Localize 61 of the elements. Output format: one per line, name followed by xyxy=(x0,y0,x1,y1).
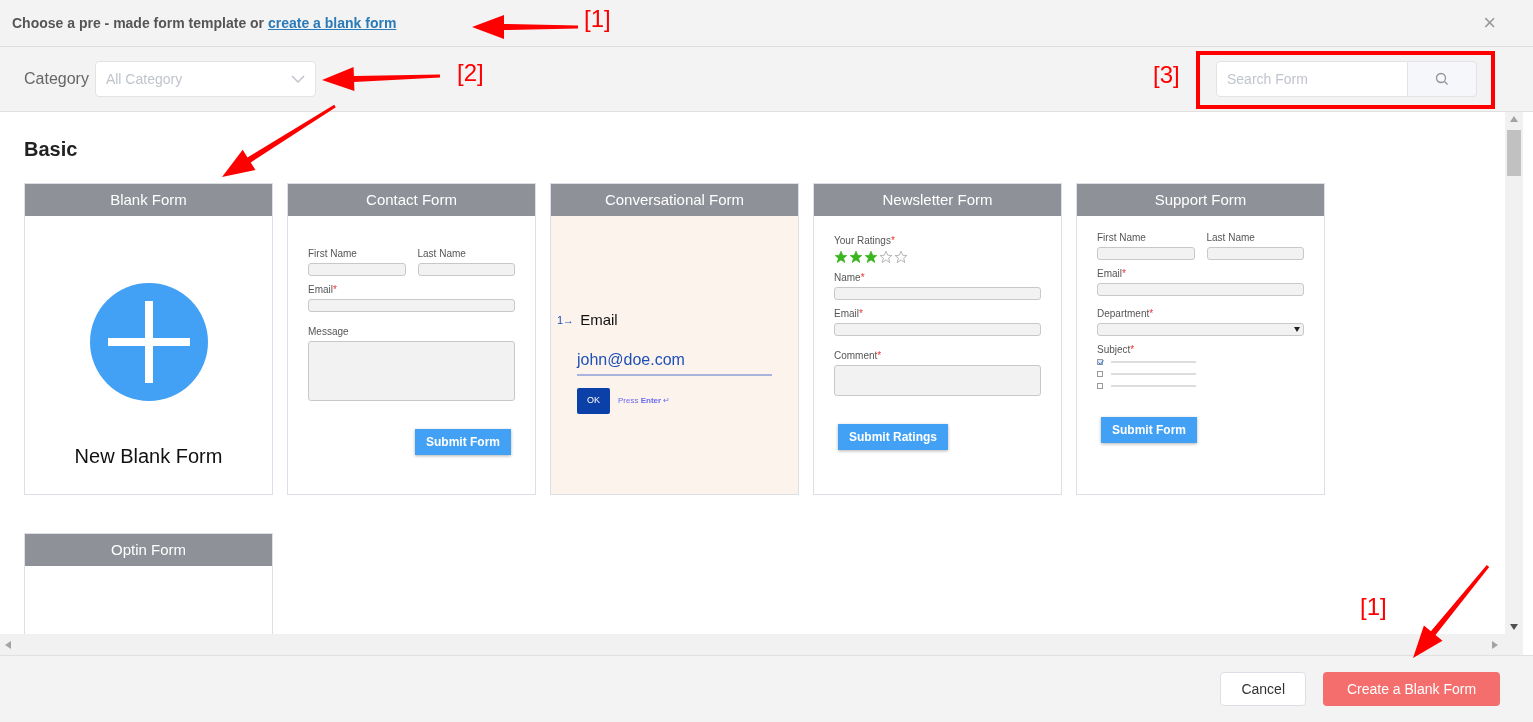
field-label: First Name xyxy=(1097,232,1147,244)
field-label: Comment* xyxy=(834,350,883,362)
submit-button: Submit Ratings xyxy=(838,424,948,450)
field-label: Email* xyxy=(308,284,338,296)
card-title: Conversational Form xyxy=(551,184,798,216)
star-icon xyxy=(864,250,878,264)
field-label: Last Name xyxy=(1206,232,1256,244)
scroll-left-icon[interactable] xyxy=(5,640,11,649)
blank-form-label: New Blank Form xyxy=(74,444,223,469)
field-label: Last Name xyxy=(417,248,467,260)
template-card[interactable]: Contact Form First Name Last Name Email* Message Submit Form xyxy=(287,183,536,495)
card-title: Contact Form xyxy=(288,184,535,216)
category-label: Category xyxy=(24,69,89,89)
cancel-button[interactable]: Cancel xyxy=(1220,672,1306,706)
template-card[interactable]: Support Form First Name Last Name Email* Department* Subject* Submit Form xyxy=(1076,183,1325,495)
scrollbar-thumb[interactable] xyxy=(1507,130,1521,176)
section-heading: Basic xyxy=(24,137,79,162)
card-title: Support Form xyxy=(1077,184,1324,216)
card-title: Optin Form xyxy=(25,534,272,566)
ok-button: OK xyxy=(577,387,610,414)
chevron-down-icon xyxy=(290,75,305,83)
scroll-down-icon[interactable] xyxy=(1510,624,1518,630)
template-card[interactable]: Newsletter Form Your Ratings* Name* Email* Comment* Submit Ratings xyxy=(813,183,1062,495)
annotation-label: [1] xyxy=(1360,595,1387,619)
field-label: Department* xyxy=(1097,308,1155,320)
field-label: Your Ratings* xyxy=(834,235,896,247)
card-title: Newsletter Form xyxy=(814,184,1061,216)
question-label: Email xyxy=(580,310,618,330)
submit-button: Submit Form xyxy=(415,429,511,455)
search-button[interactable] xyxy=(1408,61,1477,97)
category-placeholder: All Category xyxy=(105,69,183,89)
field-label: Email* xyxy=(1097,268,1127,280)
star-icon xyxy=(894,250,908,264)
annotation-label: [1] xyxy=(584,7,611,31)
search-field[interactable]: Search Form xyxy=(1216,61,1408,97)
question-number: 1→ xyxy=(557,313,575,328)
template-card[interactable]: Blank Form New Blank Form xyxy=(24,183,273,495)
template-card[interactable]: Conversational Form 1→ Email john@doe.com OK Press Enter ↵ xyxy=(550,183,799,495)
annotation-label: [3] xyxy=(1153,63,1180,87)
scroll-right-icon[interactable] xyxy=(1492,640,1498,649)
header-text: Choose a pre - made form template or create a blank form xyxy=(12,13,397,33)
annotation-label: [2] xyxy=(457,61,484,85)
field-label: First Name xyxy=(308,248,358,260)
field-label: Subject* xyxy=(1097,344,1136,356)
search-icon xyxy=(1435,72,1449,86)
vertical-scrollbar[interactable] xyxy=(1505,112,1523,634)
scroll-up-icon[interactable] xyxy=(1510,116,1518,122)
star-icon xyxy=(834,250,848,264)
plus-circle-icon xyxy=(89,283,208,401)
submit-button: Submit Form xyxy=(1101,417,1197,443)
card-title: Blank Form xyxy=(25,184,272,216)
caret-down-icon xyxy=(1294,327,1300,332)
field-label: Email* xyxy=(834,308,864,320)
enter-hint: Press Enter ↵ xyxy=(618,394,671,407)
star-icon xyxy=(879,250,893,264)
star-icon xyxy=(849,250,863,264)
answer-field: john@doe.com xyxy=(577,347,772,376)
field-label: Name* xyxy=(834,272,866,284)
horizontal-scrollbar[interactable] xyxy=(0,634,1523,655)
field-label: Message xyxy=(308,326,350,338)
blank-form-link[interactable]: create a blank form xyxy=(267,14,397,31)
